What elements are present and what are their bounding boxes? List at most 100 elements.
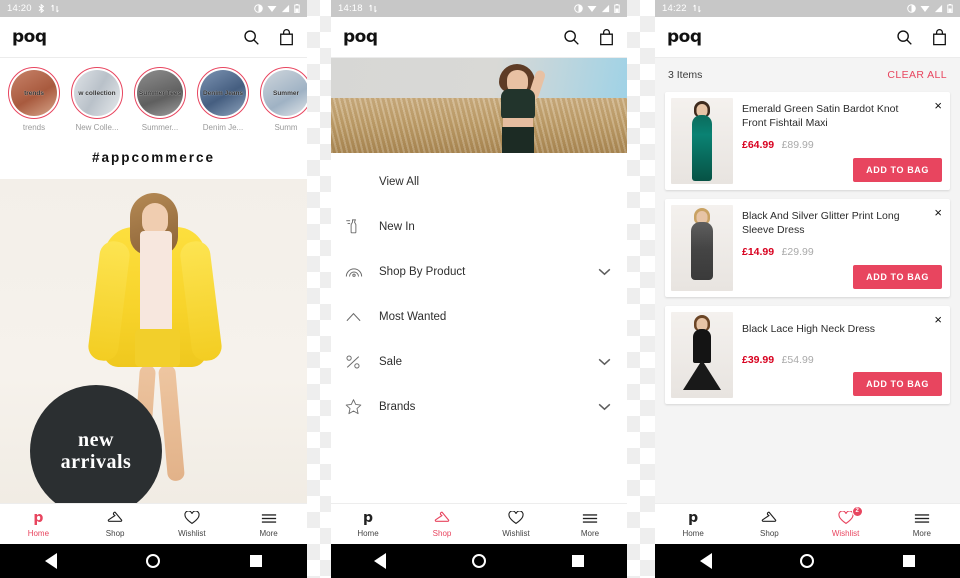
menu-item-new-in[interactable]: New In — [331, 204, 627, 249]
percent-icon — [345, 354, 379, 370]
story-ring: w collection — [71, 67, 123, 119]
clear-all-button[interactable]: CLEAR ALL — [887, 69, 947, 81]
story-thumbnail: w collection — [74, 70, 120, 116]
add-to-bag-button[interactable]: ADD TO BAG — [853, 158, 942, 182]
heart-icon: 2 — [838, 505, 863, 526]
product-thumbnail[interactable] — [671, 98, 733, 184]
menu-label: View All — [379, 175, 420, 188]
nav-item-home[interactable]: p Home — [331, 504, 405, 544]
nav-item-wishlist[interactable]: Wishlist — [154, 504, 231, 544]
poq-logo[interactable]: poq — [12, 27, 47, 47]
poq-logo[interactable]: poq — [343, 27, 378, 47]
menu-item-most-wanted[interactable]: Most Wanted — [331, 294, 627, 339]
hero-banner[interactable]: new arrivals — [0, 179, 307, 503]
story-thumbnail: Summer — [263, 70, 307, 116]
system-recents-button[interactable] — [558, 555, 598, 567]
nav-item-more[interactable]: More — [884, 504, 960, 544]
status-time: 14:22 — [662, 3, 687, 14]
signal-icon — [601, 4, 610, 13]
nav-item-shop[interactable]: Shop — [77, 504, 154, 544]
story-ring: Summer — [260, 67, 307, 119]
story-item[interactable]: Summer Tees Summer... — [134, 67, 186, 132]
shop-menu-list[interactable]: View All New In Shop By Product Most Wan… — [331, 153, 627, 503]
chevron-down-icon[interactable] — [598, 268, 611, 276]
wifi-icon — [267, 6, 277, 12]
product-title: Black And Silver Glitter Print Long Slee… — [742, 210, 900, 237]
nav-item-home[interactable]: p Home — [0, 504, 77, 544]
system-home-button[interactable] — [459, 554, 499, 568]
story-label: trends — [22, 123, 46, 132]
story-ring: trends — [8, 67, 60, 119]
bottom-nav-wishlist[interactable]: p Home Shop 2 Wishlist More — [655, 503, 960, 544]
system-back-button[interactable] — [31, 553, 71, 569]
system-recents-button[interactable] — [889, 555, 929, 567]
status-left-icons — [38, 4, 59, 13]
android-system-bar[interactable] — [655, 544, 960, 578]
story-label: New Colle... — [75, 123, 119, 132]
wishlist-item[interactable]: Emerald Green Satin Bardot Knot Front Fi… — [665, 92, 950, 190]
recent-square-icon — [571, 555, 584, 567]
wishlist-item[interactable]: Black And Silver Glitter Print Long Slee… — [665, 199, 950, 297]
story-label: Summer... — [141, 123, 179, 132]
nav-item-more[interactable]: More — [230, 504, 307, 544]
poq-logo[interactable]: poq — [667, 27, 702, 47]
menu-item-brands[interactable]: Brands — [331, 384, 627, 429]
stories-carousel[interactable]: trends trends w collection New Colle... … — [0, 58, 307, 138]
bottom-nav-home[interactable]: p Home Shop Wishlist More — [0, 503, 307, 544]
story-item[interactable]: trends trends — [8, 67, 60, 132]
nav-item-shop[interactable]: Shop — [405, 504, 479, 544]
product-thumbnail[interactable] — [671, 312, 733, 398]
nav-item-home[interactable]: p Home — [655, 504, 731, 544]
search-icon[interactable] — [243, 29, 260, 46]
home-circle-icon — [146, 554, 161, 568]
system-back-button[interactable] — [360, 553, 400, 569]
add-to-bag-button[interactable]: ADD TO BAG — [853, 265, 942, 289]
nav-label: Wishlist — [502, 528, 530, 538]
menu-label: Sale — [379, 355, 403, 368]
remove-item-icon[interactable]: × — [934, 206, 942, 219]
menu-item-view-all[interactable]: View All — [331, 159, 627, 204]
bottom-nav-shop[interactable]: p Home Shop Wishlist More — [331, 503, 627, 544]
chevron-down-icon[interactable] — [598, 403, 611, 411]
menu-item-sale[interactable]: Sale — [331, 339, 627, 384]
menu-label: Most Wanted — [379, 310, 447, 323]
chevron-down-icon[interactable] — [598, 358, 611, 366]
android-system-bar[interactable] — [0, 544, 307, 578]
system-home-button[interactable] — [133, 554, 173, 568]
nav-label: Home — [357, 528, 379, 538]
nav-item-wishlist[interactable]: Wishlist — [479, 504, 553, 544]
battery-icon — [614, 4, 620, 13]
shopping-bag-icon[interactable] — [278, 28, 295, 46]
story-item[interactable]: Summer Summ — [260, 67, 307, 132]
nav-item-wishlist[interactable]: 2 Wishlist — [808, 504, 884, 544]
hamburger-icon — [914, 511, 930, 526]
add-to-bag-button[interactable]: ADD TO BAG — [853, 372, 942, 396]
menu-label: New In — [379, 220, 415, 233]
back-triangle-icon — [374, 553, 387, 569]
sale-price: £64.99 — [742, 138, 775, 151]
shop-hero-banner[interactable] — [331, 58, 627, 153]
menu-item-shop-by-product[interactable]: Shop By Product — [331, 249, 627, 294]
system-back-button[interactable] — [686, 553, 726, 569]
panel-gap — [307, 0, 331, 578]
remove-item-icon[interactable]: × — [934, 99, 942, 112]
android-system-bar[interactable] — [331, 544, 627, 578]
search-icon[interactable] — [896, 29, 913, 46]
product-thumbnail[interactable] — [671, 205, 733, 291]
remove-item-icon[interactable]: × — [934, 313, 942, 326]
story-item[interactable]: w collection New Colle... — [71, 67, 123, 132]
story-item[interactable]: Denim Jeans Denim Je... — [197, 67, 249, 132]
shopping-bag-icon[interactable] — [931, 28, 948, 46]
nav-item-shop[interactable]: Shop — [731, 504, 807, 544]
do-not-disturb-icon — [254, 4, 263, 13]
nav-label: Shop — [760, 528, 779, 538]
nav-label: More — [259, 528, 278, 538]
wishlist-item[interactable]: Black Lace High Neck Dress £39.99 £54.99… — [665, 306, 950, 404]
system-recents-button[interactable] — [236, 555, 276, 567]
sync-icon — [51, 4, 59, 13]
poq-logo-icon: p — [33, 509, 44, 526]
search-icon[interactable] — [563, 29, 580, 46]
system-home-button[interactable] — [787, 554, 827, 568]
nav-item-more[interactable]: More — [553, 504, 627, 544]
shopping-bag-icon[interactable] — [598, 28, 615, 46]
